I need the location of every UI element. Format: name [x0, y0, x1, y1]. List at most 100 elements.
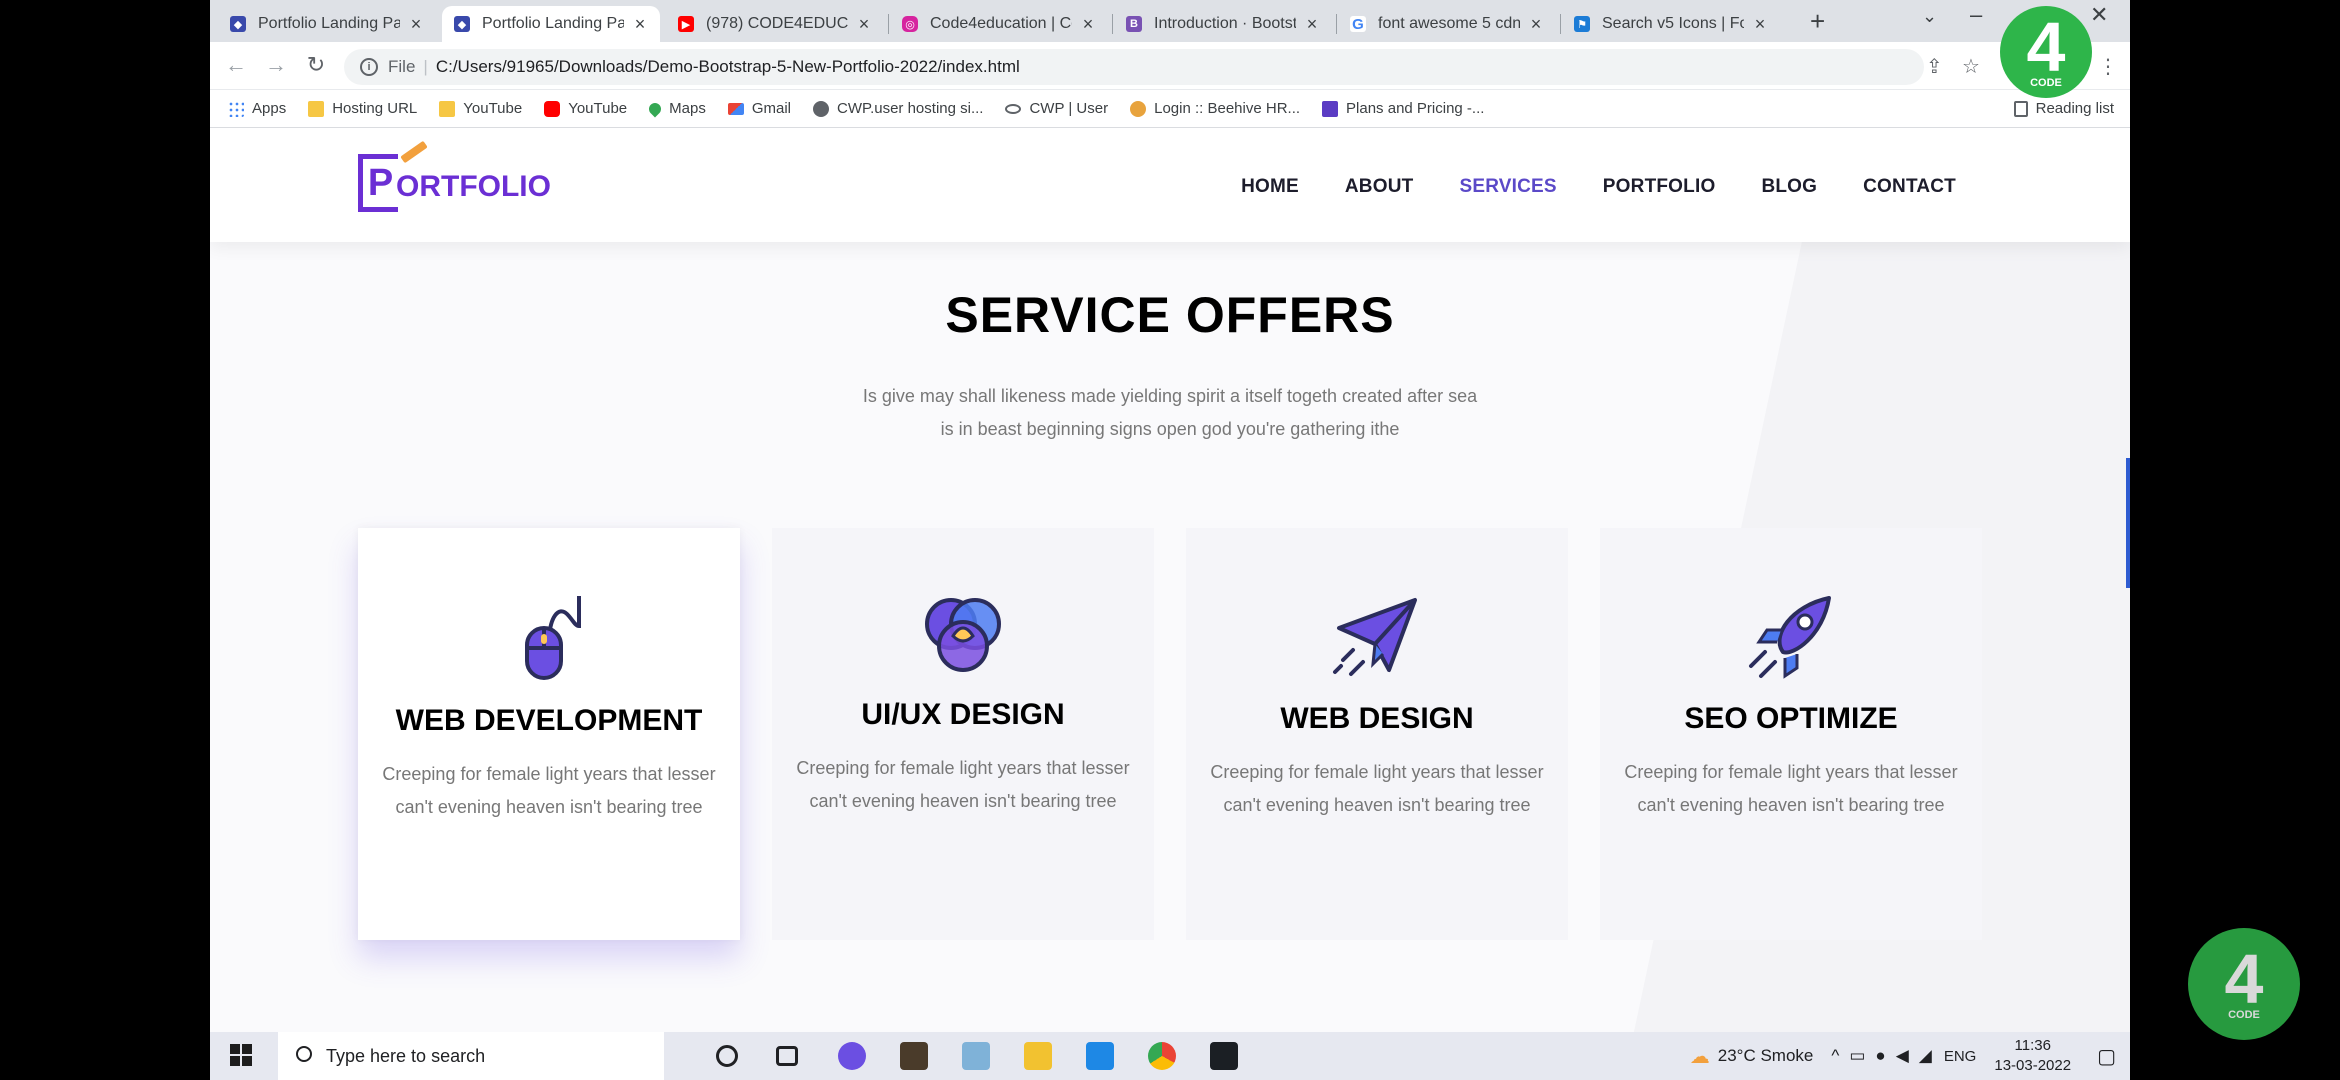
- nav-about[interactable]: ABOUT: [1345, 176, 1414, 198]
- tab-title: (978) CODE4EDUCATI: [706, 15, 848, 32]
- google-icon: G: [1350, 16, 1366, 33]
- menu-dots-icon[interactable]: ⋮: [2098, 54, 2118, 79]
- microphone-icon[interactable]: ●: [1875, 1046, 1885, 1066]
- bookmark-apps[interactable]: Apps: [228, 100, 286, 117]
- tab-5[interactable]: B Introduction · Bootstr ×: [1114, 6, 1332, 42]
- vscode-icon[interactable]: [1086, 1042, 1114, 1070]
- close-icon[interactable]: ×: [856, 14, 872, 35]
- eye-icon: [1005, 103, 1022, 114]
- info-icon[interactable]: i: [360, 58, 378, 76]
- bookmark-cwp-user[interactable]: CWP | User: [1005, 100, 1108, 117]
- back-arrow-icon[interactable]: ←: [222, 52, 250, 78]
- app-notes-icon[interactable]: [962, 1042, 990, 1070]
- webpage: P ORTFOLIO HOME ABOUT SERVICES PORTFOLIO…: [210, 128, 2130, 1032]
- app-circle-icon[interactable]: [838, 1042, 866, 1070]
- brand-numeral: 4: [2026, 7, 2066, 86]
- close-icon[interactable]: ×: [1080, 14, 1096, 35]
- service-card-uiux-design[interactable]: UI/UX DESIGN Creeping for female light y…: [772, 528, 1154, 940]
- tab-4[interactable]: ◎ Code4education | Co ×: [890, 6, 1108, 42]
- reload-icon[interactable]: ↻: [302, 52, 330, 78]
- youtube-icon: ▶: [678, 16, 694, 32]
- taskbar-search-box[interactable]: Type here to search: [278, 1032, 664, 1080]
- search-icon: [296, 1046, 312, 1062]
- bookmark-star-icon[interactable]: ☆: [1962, 54, 1980, 79]
- tab-1[interactable]: ◆ Portfolio Landing Pag ×: [218, 6, 436, 42]
- nav-services[interactable]: SERVICES: [1459, 176, 1556, 198]
- tab-7[interactable]: ⚑ Search v5 Icons | Fon ×: [1562, 6, 1780, 42]
- share-icon[interactable]: ⇪: [1926, 54, 1943, 79]
- service-card-web-development[interactable]: WEB DEVELOPMENT Creeping for female ligh…: [358, 528, 740, 940]
- weather-text[interactable]: 23°C Smoke: [1718, 1046, 1814, 1066]
- close-icon[interactable]: ×: [1752, 14, 1768, 35]
- file-explorer-icon[interactable]: [1024, 1042, 1052, 1070]
- venn-circles-icon: [925, 598, 1001, 672]
- service-title: UI/UX DESIGN: [861, 698, 1065, 731]
- service-description: Creeping for female light years that les…: [382, 764, 716, 817]
- bookmark-maps[interactable]: Maps: [646, 100, 706, 117]
- app-media-icon[interactable]: [900, 1042, 928, 1070]
- cortana-icon[interactable]: [716, 1045, 738, 1067]
- task-view-icon[interactable]: [776, 1046, 798, 1066]
- bookmark-plans-pricing[interactable]: Plans and Pricing -...: [1322, 100, 1484, 117]
- minimize-button[interactable]: –: [1970, 2, 1982, 28]
- chrome-icon[interactable]: [1148, 1042, 1176, 1070]
- taskbar-search-placeholder: Type here to search: [326, 1045, 486, 1066]
- reading-list-icon: [2013, 100, 2028, 117]
- clock-time: 11:36: [2014, 1037, 2051, 1054]
- bookmark-cwp-hosting[interactable]: CWP.user hosting si...: [813, 100, 983, 117]
- chevron-up-icon[interactable]: ^: [1831, 1046, 1839, 1066]
- url-text[interactable]: C:/Users/91965/Downloads/Demo-Bootstrap-…: [436, 57, 1020, 77]
- bookmark-youtube-folder[interactable]: YouTube: [439, 100, 522, 117]
- battery-icon[interactable]: ▭: [1849, 1046, 1865, 1066]
- bookmark-label: Maps: [669, 100, 706, 117]
- new-tab-button[interactable]: +: [1810, 6, 1825, 37]
- tab-separator: [1336, 14, 1337, 34]
- close-icon[interactable]: ×: [632, 14, 648, 35]
- page-scrollbar-thumb[interactable]: [2126, 458, 2130, 588]
- bookmark-beehive[interactable]: Login :: Beehive HR...: [1130, 100, 1300, 117]
- tab-title: Code4education | Co: [930, 15, 1072, 32]
- nav-contact[interactable]: CONTACT: [1863, 176, 1956, 198]
- section-title: SERVICE OFFERS: [945, 287, 1395, 343]
- bookmark-gmail[interactable]: Gmail: [727, 100, 792, 117]
- bookmark-label: YouTube: [568, 100, 628, 117]
- bookmark-hosting-url[interactable]: Hosting URL: [308, 100, 417, 117]
- code4education-watermark-top: 4 CODE: [2000, 6, 2092, 98]
- volume-icon[interactable]: ◀: [1896, 1046, 1909, 1066]
- bookmark-youtube[interactable]: YouTube: [544, 100, 627, 117]
- nav-home[interactable]: HOME: [1241, 176, 1299, 198]
- beehive-icon: [1130, 100, 1147, 117]
- app-editor-icon[interactable]: [1210, 1042, 1238, 1070]
- close-window-button[interactable]: ✕: [2090, 2, 2108, 28]
- forward-arrow-icon[interactable]: →: [262, 52, 290, 78]
- nav-blog[interactable]: BLOG: [1761, 176, 1817, 198]
- clock[interactable]: 11:36 13-03-2022: [1994, 1036, 2071, 1076]
- close-icon[interactable]: ×: [408, 14, 424, 35]
- bookmark-label: Gmail: [751, 100, 792, 117]
- tab-2-active[interactable]: ◆ Portfolio Landing Pag ×: [442, 6, 660, 42]
- section-subtitle-line: is in beast beginning signs open god you…: [940, 419, 1400, 439]
- bookmark-label: Apps: [252, 100, 287, 117]
- address-bar[interactable]: i File | C:/Users/91965/Downloads/Demo-B…: [344, 49, 1924, 85]
- close-icon[interactable]: ×: [1304, 14, 1320, 35]
- notification-icon[interactable]: ▢: [2097, 1044, 2116, 1069]
- clock-date: 13-03-2022: [1994, 1057, 2072, 1074]
- rocket-icon: [1749, 596, 1831, 679]
- close-icon[interactable]: ×: [1528, 14, 1544, 35]
- site-logo[interactable]: P ORTFOLIO: [358, 140, 551, 212]
- service-card-seo-optimize[interactable]: SEO OPTIMIZE Creeping for female light y…: [1600, 528, 1982, 940]
- maps-pin-icon: [646, 100, 664, 117]
- language-indicator[interactable]: ENG: [1944, 1048, 1977, 1065]
- tab-search-chevron-icon[interactable]: ⌄: [1922, 6, 1937, 27]
- service-description: Creeping for female light years that les…: [796, 758, 1130, 811]
- service-card-web-design[interactable]: WEB DESIGN Creeping for female light yea…: [1186, 528, 1568, 940]
- network-icon[interactable]: ◢: [1919, 1046, 1932, 1066]
- tab-3[interactable]: ▶ (978) CODE4EDUCATI ×: [666, 6, 884, 42]
- service-title: WEB DEVELOPMENT: [395, 704, 703, 737]
- tab-6[interactable]: G font awesome 5 cdn ×: [1338, 6, 1556, 42]
- windows-start-button[interactable]: [230, 1044, 252, 1066]
- nav-portfolio[interactable]: PORTFOLIO: [1603, 176, 1716, 198]
- reading-list-button[interactable]: Reading list: [2013, 100, 2114, 117]
- gmail-icon: [727, 102, 744, 115]
- brand-label: CODE: [2228, 1008, 2260, 1021]
